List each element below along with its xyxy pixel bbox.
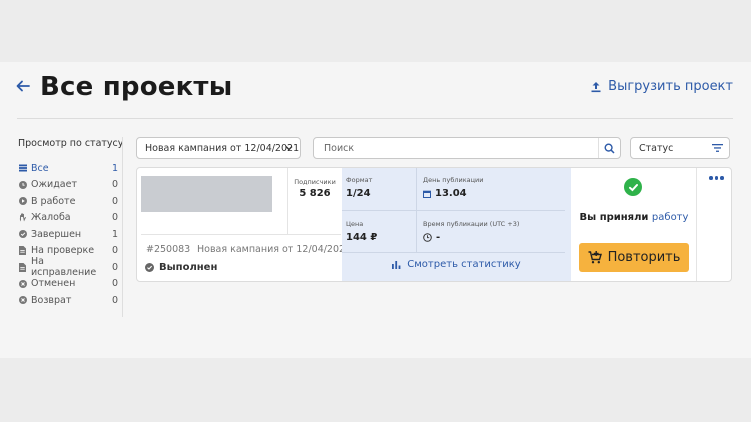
- sidebar-item-for-correction[interactable]: На исправление 0: [18, 256, 118, 279]
- search-icon[interactable]: [598, 138, 620, 158]
- sidebar-item-label: Завершен: [31, 228, 82, 240]
- sidebar-item-waiting[interactable]: Ожидает 0: [18, 177, 118, 194]
- sidebar-item-label: Жалоба: [31, 212, 71, 224]
- sidebar-title: Просмотр по статусу: [18, 138, 124, 149]
- status-select-value: Статус: [639, 142, 674, 154]
- sidebar-item-label: Возврат: [31, 294, 72, 306]
- price-value: 144 ₽: [346, 232, 378, 243]
- list-icon: [18, 164, 27, 173]
- cancel-icon: [18, 279, 27, 288]
- search-placeholder: Поиск: [324, 142, 355, 154]
- publish-day-value: 13.04: [435, 188, 467, 199]
- sidebar-item-label: На проверке: [31, 245, 95, 257]
- sidebar-item-label: В работе: [31, 195, 76, 207]
- sidebar-item-count: 0: [111, 245, 118, 257]
- format-label: Формат: [346, 176, 373, 184]
- stats-divider: [342, 252, 565, 253]
- format-value: 1/24: [346, 188, 371, 199]
- sidebar-item-count: 0: [111, 278, 118, 290]
- stats-panel: Формат 1/24 День публикации 13.04 Цена 1…: [342, 168, 571, 281]
- status-text: Выполнен: [159, 262, 218, 273]
- document-icon: [18, 262, 27, 272]
- export-project-button[interactable]: Выгрузить проект: [590, 79, 733, 94]
- document-icon: [18, 246, 27, 256]
- sidebar-item-count: 0: [111, 195, 118, 207]
- sidebar-item-count: 0: [111, 212, 118, 224]
- status-filter-list: Все 1 Ожидает 0 В работе 0 Жалоба 0 Заве…: [18, 160, 118, 309]
- sidebar-item-count: 0: [111, 294, 118, 306]
- play-icon: [18, 197, 27, 206]
- bar-chart-icon: [392, 260, 401, 269]
- sidebar-item-in-progress[interactable]: В работе 0: [18, 193, 118, 210]
- check-circle-icon: [18, 230, 27, 239]
- status-select[interactable]: Статус: [630, 137, 730, 159]
- accepted-label: Вы приняли: [579, 212, 649, 223]
- format-cell: Формат 1/24: [346, 176, 372, 199]
- repeat-label: Повторить: [607, 250, 681, 265]
- success-check-icon: [624, 178, 642, 196]
- clock-icon: [18, 180, 27, 189]
- sidebar-item-label: На исправление: [31, 256, 97, 279]
- subscribers-label: Подписчики: [294, 178, 336, 186]
- clock-icon: [423, 233, 432, 242]
- campaign-select-value: Новая кампания от 12/04/2021: [145, 142, 300, 154]
- calendar-icon: [423, 190, 431, 198]
- publish-time-value: -: [436, 232, 441, 243]
- view-statistics-link[interactable]: Смотреть статистику: [342, 259, 571, 270]
- accept-panel: Вы приняли работу Повторить: [571, 168, 697, 281]
- subscribers-value: 5 826: [299, 188, 331, 199]
- order-name: Новая кампания от 12/04/2021: [197, 244, 352, 255]
- status-badge: Выполнен: [145, 262, 217, 273]
- stats-divider: [342, 210, 565, 211]
- sidebar-item-count: 0: [111, 179, 118, 191]
- sidebar-item-refund[interactable]: Возврат 0: [18, 292, 118, 309]
- accepted-work-link[interactable]: работу: [652, 212, 689, 223]
- sidebar-item-count: 0: [111, 261, 118, 273]
- sidebar-item-complaint[interactable]: Жалоба 0: [18, 210, 118, 227]
- chevron-down-icon: [284, 143, 294, 156]
- sidebar-item-all[interactable]: Все 1: [18, 160, 118, 177]
- hand-icon: [18, 213, 27, 222]
- price-label: Цена: [346, 220, 364, 228]
- sidebar-item-cancelled[interactable]: Отменен 0: [18, 276, 118, 293]
- more-options-icon[interactable]: [709, 176, 724, 180]
- cart-add-icon: [588, 251, 602, 264]
- search-input[interactable]: Поиск: [313, 137, 621, 159]
- channel-thumbnail: [141, 176, 272, 212]
- sidebar-item-label: Отменен: [31, 278, 76, 290]
- view-statistics-label: Смотреть статистику: [407, 259, 521, 270]
- repeat-button[interactable]: Повторить: [579, 243, 689, 272]
- cancel-icon: [18, 296, 27, 305]
- page-title: Все проекты: [40, 72, 233, 102]
- filter-icon: [712, 143, 723, 156]
- stats-divider: [416, 168, 417, 252]
- check-circle-icon: [145, 263, 154, 272]
- sidebar-item-completed[interactable]: Завершен 1: [18, 226, 118, 243]
- order-id: #250083: [146, 244, 191, 255]
- upload-icon: [591, 81, 601, 92]
- campaign-select[interactable]: Новая кампания от 12/04/2021: [136, 137, 301, 159]
- export-label: Выгрузить проект: [608, 79, 733, 94]
- publish-day-cell: День публикации 13.04: [423, 176, 484, 199]
- accepted-text: Вы приняли работу: [571, 212, 697, 223]
- card-divider: [141, 234, 341, 235]
- sidebar-divider: [122, 137, 123, 317]
- publish-time-cell: Время публикации (UTC +3) -: [423, 220, 519, 243]
- subscribers-block: Подписчики 5 826: [287, 168, 342, 234]
- publish-day-label: День публикации: [423, 176, 484, 184]
- publish-time-label: Время публикации (UTC +3): [423, 220, 520, 228]
- sidebar-item-count: 1: [111, 228, 118, 240]
- project-card: Подписчики 5 826 #250083 Новая кампания …: [136, 167, 732, 282]
- header-divider: [17, 118, 733, 119]
- sidebar-item-label: Ожидает: [31, 179, 77, 191]
- sidebar-item-count: 1: [111, 162, 118, 174]
- back-arrow-icon[interactable]: [16, 78, 32, 98]
- price-cell: Цена 144 ₽: [346, 220, 377, 243]
- sidebar-item-label: Все: [31, 162, 49, 174]
